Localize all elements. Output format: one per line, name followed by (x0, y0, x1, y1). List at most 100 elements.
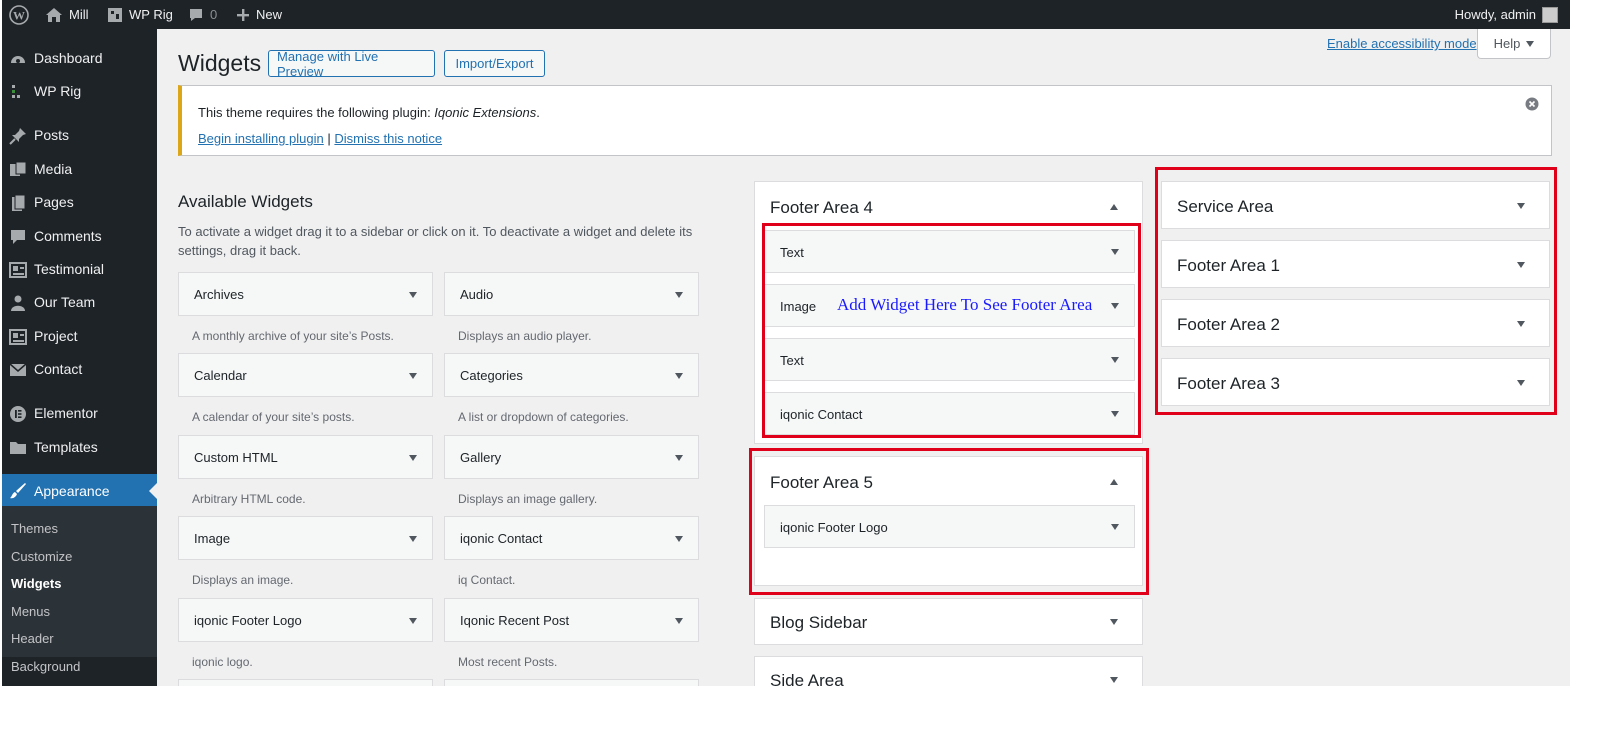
menu-contact-label: Contact (34, 361, 83, 377)
dashboard-icon (11, 56, 25, 63)
menu-comments[interactable]: Comments (2, 221, 157, 251)
widget-categories[interactable]: Categories (444, 353, 699, 397)
widget-description: Displays an image. (192, 573, 294, 587)
menu-project-label: Project (34, 328, 78, 344)
notice-suffix: . (536, 105, 540, 120)
widget-iqonic-contact[interactable]: iqonic Contact (444, 516, 699, 560)
chevron-down-icon[interactable] (675, 292, 683, 298)
menu-pages[interactable]: Pages (2, 187, 157, 217)
menu-our-team[interactable]: Our Team (2, 287, 157, 317)
sidebar-side-area[interactable]: Side Area (754, 656, 1143, 686)
elementor-icon (10, 406, 26, 422)
admin-bar: W Mill WP Rig 0 New Howdy, admin (2, 0, 1570, 29)
widget-description: A calendar of your site’s posts. (192, 410, 355, 424)
page-title: Widgets (178, 50, 262, 76)
chevron-down-icon[interactable] (675, 618, 683, 624)
menu-testimonial[interactable]: Testimonial (2, 254, 157, 284)
widget-gallery[interactable]: Gallery (444, 435, 699, 479)
dismiss-notice-link[interactable]: Dismiss this notice (334, 131, 442, 146)
widget-iqonic-recent-post[interactable]: Iqonic Recent Post (444, 598, 699, 642)
menu-dashboard[interactable]: Dashboard (2, 43, 157, 73)
menu-pages-label: Pages (34, 194, 74, 210)
brush-icon (10, 483, 26, 499)
chevron-up-icon[interactable] (1110, 204, 1118, 210)
menu-posts-label: Posts (34, 127, 70, 143)
menu-wp-rig[interactable]: WP Rig (2, 76, 157, 106)
menu-templates-label: Templates (34, 439, 98, 455)
menu-appearance[interactable]: Appearance (2, 474, 157, 508)
widget-description: A list or dropdown of categories. (458, 410, 629, 424)
plus-icon (237, 8, 249, 21)
menu-elementor[interactable]: Elementor (2, 398, 157, 428)
sidebar-blog[interactable]: Blog Sidebar (754, 598, 1143, 645)
chevron-down-icon[interactable] (409, 292, 417, 298)
widget-audio[interactable]: Audio (444, 272, 699, 316)
available-widgets-description: To activate a widget drag it to a sideba… (178, 224, 693, 258)
submenu-themes[interactable]: Themes (11, 521, 58, 536)
theme-link-label: WP Rig (129, 7, 173, 22)
submenu-customize[interactable]: Customize (11, 549, 72, 564)
widget-description: Most recent Posts. (458, 655, 558, 669)
submenu-widgets[interactable]: Widgets (11, 576, 61, 591)
menu-media[interactable]: Media (2, 154, 157, 184)
folder-icon (10, 442, 26, 454)
chevron-down-icon[interactable] (1110, 619, 1118, 625)
widget-calendar[interactable]: Calendar (178, 353, 433, 397)
mail-icon (9, 363, 27, 376)
testimonial-icon (9, 262, 27, 278)
submenu-header[interactable]: Header (11, 631, 54, 646)
notice-prefix: This theme requires the following plugin… (198, 105, 435, 120)
site-name-link[interactable]: Mill (45, 0, 89, 29)
widget-partial[interactable] (444, 679, 699, 686)
wp-admin-screen: W Mill WP Rig 0 New Howdy, admin Dashboa… (2, 0, 1570, 686)
chevron-down-icon[interactable] (409, 618, 417, 624)
menu-project[interactable]: Project (2, 321, 157, 351)
menu-dashboard-label: Dashboard (34, 50, 103, 66)
accessibility-mode-link[interactable]: Enable accessibility mode (1327, 36, 1477, 51)
media-icon (10, 161, 27, 176)
import-export-button[interactable]: Import/Export (444, 50, 545, 77)
chevron-down-icon[interactable] (675, 373, 683, 379)
pin-icon (9, 128, 26, 145)
widget-title: iqonic Footer Logo (194, 613, 302, 628)
submenu-background[interactable]: Background (11, 659, 80, 674)
notice-plugin-name: Iqonic Extensions (434, 105, 537, 120)
wp-rig-icon (12, 85, 20, 98)
highlight-box-right-column (1155, 167, 1557, 415)
widget-title: Iqonic Recent Post (460, 613, 570, 628)
widget-partial[interactable] (178, 679, 433, 686)
chevron-down-icon[interactable] (675, 536, 683, 542)
widget-iqonic-footer-logo[interactable]: iqonic Footer Logo (178, 598, 433, 642)
menu-contact[interactable]: Contact (2, 354, 157, 384)
wordpress-logo-icon[interactable]: W (9, 0, 29, 29)
close-icon[interactable] (1525, 97, 1539, 111)
widget-title: iqonic Contact (460, 531, 543, 546)
widget-image[interactable]: Image (178, 516, 433, 560)
widget-custom-html[interactable]: Custom HTML (178, 435, 433, 479)
begin-installing-link[interactable]: Begin installing plugin (198, 131, 324, 146)
sidebar-title[interactable]: Footer Area 4 (770, 198, 873, 218)
comments-link[interactable]: 0 (188, 0, 217, 29)
notice-actions: Begin installing plugin | Dismiss this n… (198, 131, 442, 146)
chevron-down-icon[interactable] (409, 536, 417, 542)
help-tab-label: Help (1493, 36, 1521, 51)
account-menu[interactable]: Howdy, admin (1455, 0, 1558, 29)
menu-posts[interactable]: Posts (2, 120, 157, 150)
theme-link[interactable]: WP Rig (107, 0, 173, 29)
svg-text:W: W (13, 8, 25, 22)
site-name-label: Mill (69, 7, 89, 22)
menu-templates[interactable]: Templates (2, 432, 157, 462)
chevron-down-icon[interactable] (1110, 677, 1118, 683)
chevron-down-icon[interactable] (409, 373, 417, 379)
widget-archives[interactable]: Archives (178, 272, 433, 316)
project-icon (9, 329, 27, 345)
menu-wp-rig-label: WP Rig (34, 83, 82, 99)
new-content-link[interactable]: New (236, 0, 282, 29)
widget-title: Image (194, 531, 231, 546)
live-preview-button[interactable]: Manage with Live Preview (268, 49, 435, 79)
submenu-menus[interactable]: Menus (11, 604, 50, 619)
chevron-down-icon[interactable] (675, 455, 683, 461)
help-tab[interactable]: Help (1477, 29, 1551, 59)
chevron-down-icon[interactable] (409, 455, 417, 461)
pages-icon (12, 194, 26, 211)
